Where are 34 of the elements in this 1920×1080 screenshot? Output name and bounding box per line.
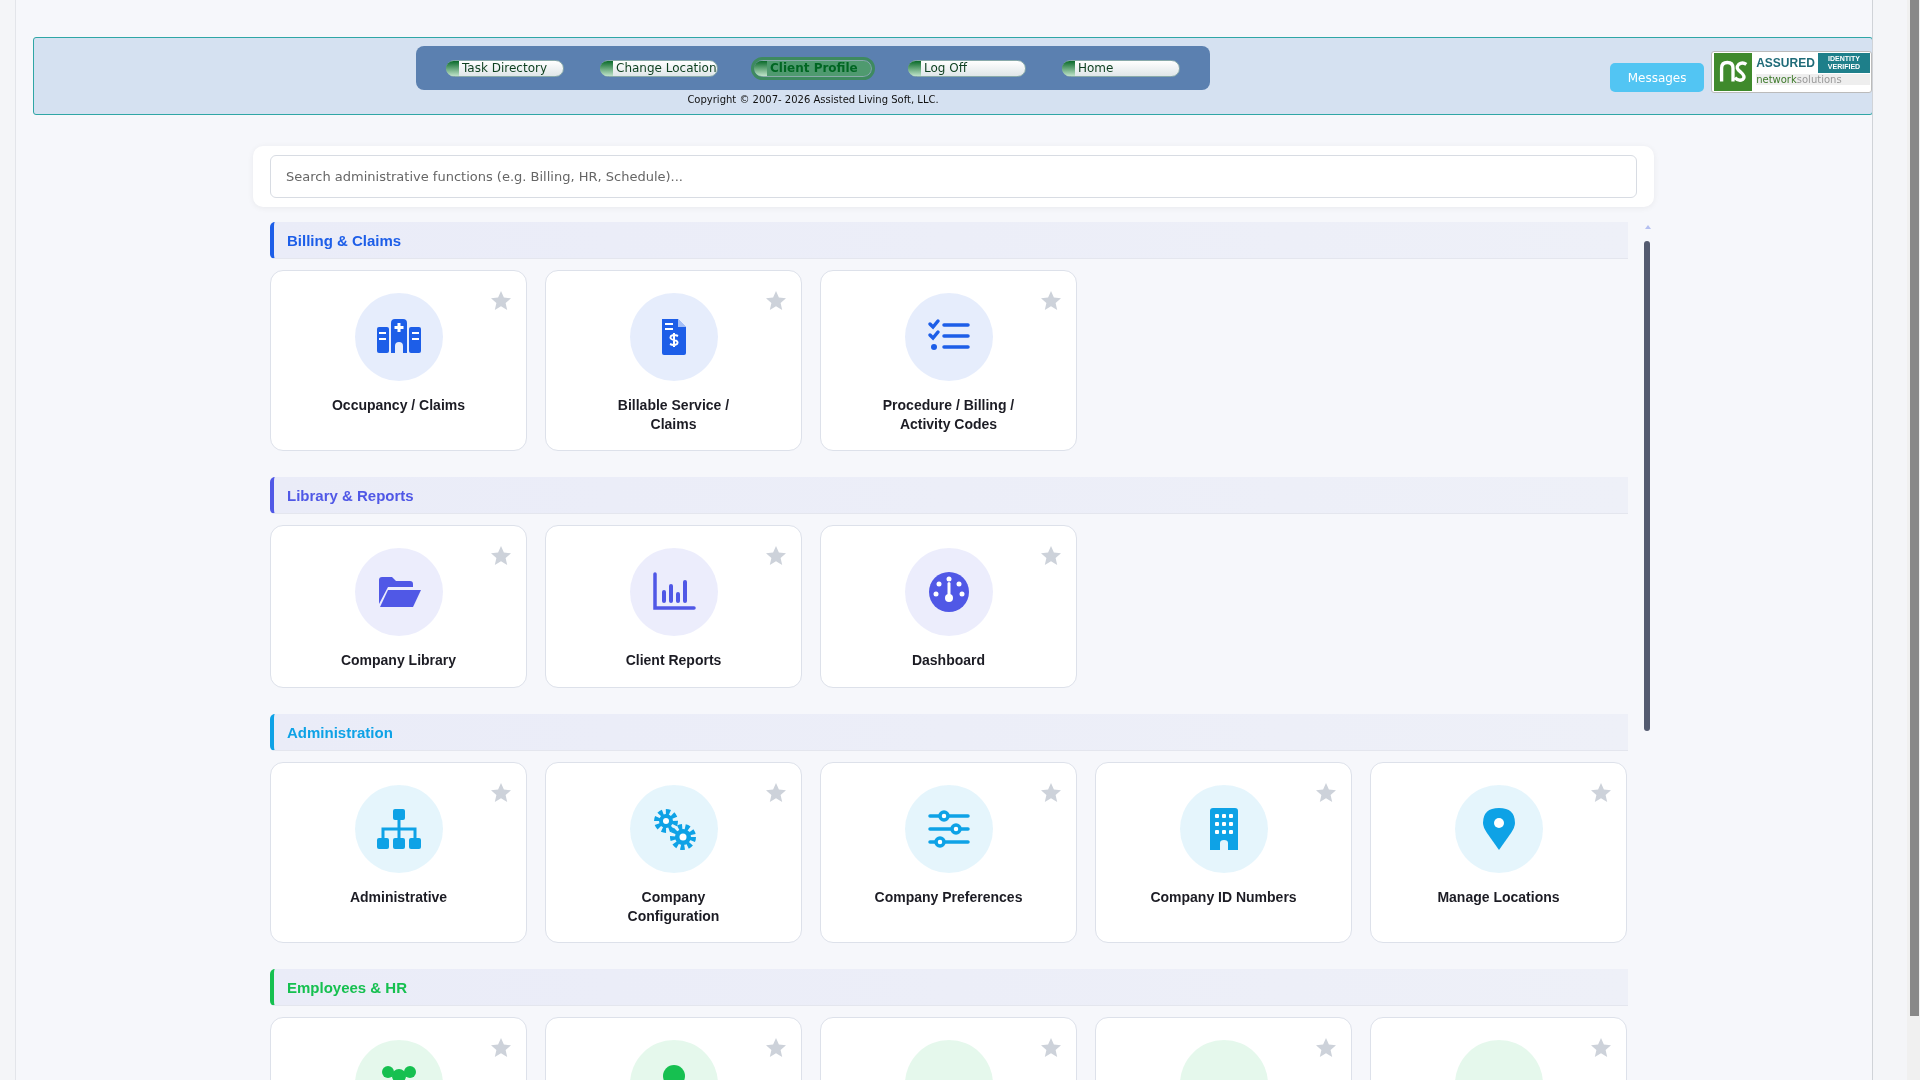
card-title: Billable Service / Claims — [616, 396, 731, 434]
function-card[interactable]: Company Configuration — [545, 762, 802, 943]
function-card[interactable]: Administrative — [270, 762, 527, 943]
function-card[interactable]: Company Preferences — [820, 762, 1077, 943]
card-title: Occupancy / Claims — [331, 396, 466, 415]
function-card[interactable]: Company Library — [270, 525, 527, 688]
card-title: Manage Locations — [1437, 888, 1560, 907]
card-title: Administrative — [349, 888, 448, 907]
function-card[interactable]: Manage Locations — [1370, 762, 1627, 943]
function-card[interactable]: Client Reports — [545, 525, 802, 688]
function-card[interactable]: Company ID Numbers — [1095, 762, 1352, 943]
copyright-text: Copyright © 2007- 2026 Assisted Living Soft, LLC. — [687, 94, 939, 105]
function-card[interactable]: Dashboard — [820, 525, 1077, 688]
card-title: Company Library — [340, 651, 457, 670]
nav-button[interactable]: Change Location — [600, 59, 718, 77]
nav-button[interactable]: Task Directory — [446, 59, 564, 77]
function-card[interactable]: Procedure / Billing / Activity Codes — [820, 270, 1077, 451]
nav-button[interactable]: Home — [1062, 59, 1180, 77]
card-title: Company ID Numbers — [1150, 888, 1297, 907]
card-title: Client Reports — [625, 651, 722, 670]
function-card[interactable]: Billable Service / Claims — [545, 270, 802, 451]
section-title: Library & Reports — [287, 486, 414, 504]
section-title: Administration — [287, 723, 393, 741]
section-title: Billing & Claims — [287, 231, 402, 249]
function-card[interactable]: Occupancy / Claims — [270, 270, 527, 451]
seal-brand-text: networksolutions — [1756, 74, 1870, 85]
search-field[interactable]: Search administrative functions (e.g. Billing, HR, Schedule)... — [270, 155, 1637, 198]
card-title: Dashboard — [911, 651, 986, 670]
card-title: Company Configuration — [626, 888, 721, 926]
card-title: Procedure / Billing / Activity Codes — [881, 396, 1016, 434]
section-title: Employees & HR — [287, 978, 408, 996]
seal-assured-text: ASSURED — [1756, 56, 1815, 70]
card-title: Company Preferences — [874, 888, 1023, 907]
nav-button[interactable]: Log Off — [908, 59, 1026, 77]
